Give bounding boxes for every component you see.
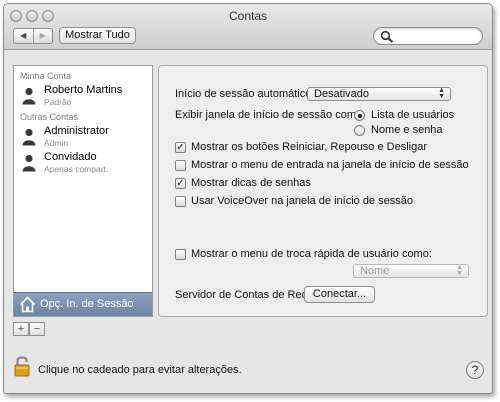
account-item-roberto[interactable]: Roberto Martins Padrão — [22, 83, 152, 111]
account-name: Convidado — [44, 151, 97, 163]
network-server-label: Servidor de Contas de Rede: — [175, 289, 317, 301]
auto-login-popup[interactable]: Desativado ▲ ▼ — [307, 87, 451, 101]
accounts-sidebar: Minha Conta Roberto Martins Padrão Outra… — [13, 65, 153, 317]
show-all-button[interactable]: Mostrar Tudo — [59, 27, 136, 44]
back-arrow-icon[interactable]: ◀ — [14, 29, 33, 43]
popup-arrows-icon: ▲ ▼ — [456, 264, 463, 277]
account-role: Apenas compart. — [44, 164, 109, 174]
fast-switch-popup[interactable]: Nome ▲ ▼ — [353, 264, 469, 278]
account-role: Padrão — [44, 97, 72, 107]
login-options-panel: Início de sessão automático: Desativado … — [158, 65, 488, 317]
forward-arrow-icon[interactable]: ▶ — [32, 29, 53, 43]
account-name: Administrator — [44, 125, 109, 137]
radio-name-password-label[interactable]: Nome e senha — [371, 124, 443, 136]
checkbox-input-menu[interactable] — [175, 160, 186, 171]
preferences-window: Contas ◀ ▶ Mostrar Tudo Minha Conta Robe… — [3, 3, 493, 394]
display-window-label: Exibir janela de início de sessão como: — [175, 109, 366, 121]
remove-account-button[interactable]: − — [29, 322, 45, 336]
other-accounts-header: Outras Contas — [20, 112, 79, 122]
checkbox-voiceover[interactable] — [175, 196, 186, 207]
connect-button[interactable]: Conectar... — [304, 286, 375, 303]
user-icon — [22, 87, 36, 105]
search-icon — [380, 30, 394, 43]
lock-message: Clique no cadeado para evitar alterações… — [38, 364, 242, 376]
checkbox-restart-buttons-label[interactable]: Mostrar os botões Reiniciar, Repouso e D… — [191, 141, 427, 153]
title-bar: Contas ◀ ▶ Mostrar Tudo — [4, 4, 492, 50]
checkbox-fast-user-switching-label[interactable]: Mostrar o menu de troca rápida de usuári… — [191, 248, 432, 260]
login-options-item[interactable]: Opç. In. de Sessão — [14, 292, 152, 316]
login-options-label: Opç. In. de Sessão — [40, 298, 134, 310]
help-button[interactable]: ? — [466, 361, 484, 379]
my-account-header: Minha Conta — [20, 71, 72, 81]
checkbox-password-hints-label[interactable]: Mostrar dicas de senhas — [191, 177, 311, 189]
fast-switch-value: Nome — [360, 265, 390, 277]
checkbox-restart-buttons[interactable]: ✓ — [175, 142, 186, 153]
checkbox-input-menu-label[interactable]: Mostrar o menu de entrada na janela de i… — [191, 159, 469, 171]
radio-user-list[interactable] — [354, 110, 365, 121]
radio-name-password[interactable] — [354, 125, 365, 136]
account-item-administrator[interactable]: Administrator Admin — [22, 124, 152, 152]
radio-user-list-label[interactable]: Lista de usuários — [371, 109, 454, 121]
account-item-convidado[interactable]: Convidado Apenas compart. — [22, 150, 152, 178]
checkbox-fast-user-switching[interactable] — [175, 249, 186, 260]
popup-arrows-icon: ▲ ▼ — [438, 87, 445, 100]
user-icon — [22, 154, 36, 172]
account-role: Admin — [44, 138, 69, 148]
user-icon — [22, 128, 36, 146]
add-account-button[interactable]: + — [13, 322, 29, 336]
search-field[interactable] — [373, 27, 483, 45]
window-title: Contas — [228, 9, 268, 23]
lock-icon[interactable] — [14, 355, 30, 377]
checkbox-password-hints[interactable]: ✓ — [175, 178, 186, 189]
house-icon — [19, 296, 36, 313]
auto-login-label: Início de sessão automático: — [175, 88, 315, 100]
back-forward-control[interactable]: ◀ ▶ — [13, 28, 53, 44]
checkbox-voiceover-label[interactable]: Usar VoiceOver na janela de início de se… — [191, 195, 413, 207]
account-name: Roberto Martins — [44, 84, 123, 96]
auto-login-value: Desativado — [314, 88, 370, 100]
